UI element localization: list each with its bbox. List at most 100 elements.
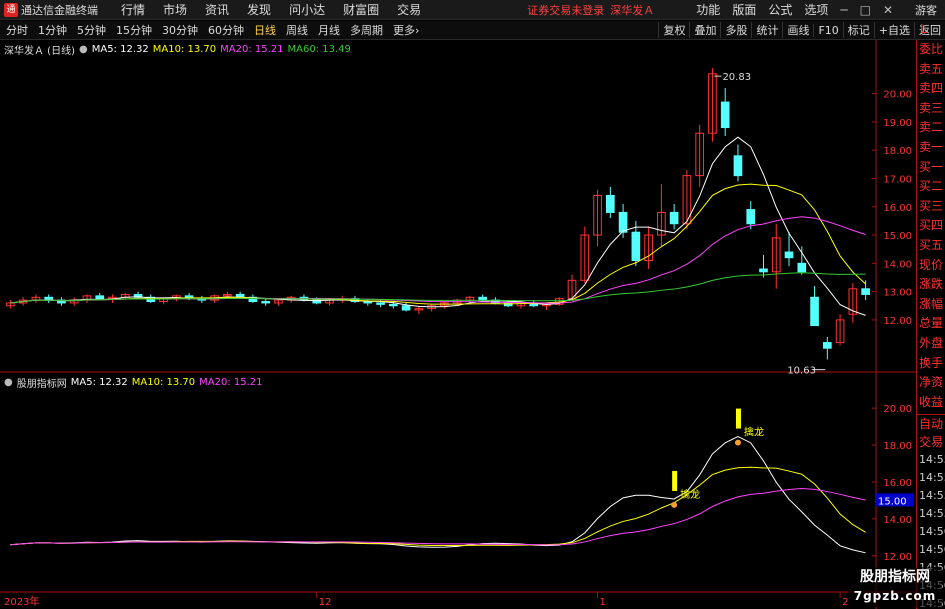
watermark-title: 股朋指标网 xyxy=(860,569,930,585)
signal-bar xyxy=(672,470,678,491)
period-monthly[interactable]: 月线 xyxy=(316,22,342,38)
x-tick-label: 1 xyxy=(600,597,606,608)
ma10-label: MA10: 13.70 xyxy=(152,44,217,55)
sidebar-field: 外盘 xyxy=(918,335,943,350)
sidebar-trade-item[interactable]: 交易 xyxy=(917,433,945,451)
ind-y-tick-label: 12.00 xyxy=(883,552,912,563)
guest-label[interactable]: 游客 xyxy=(915,2,937,18)
ind-ma20-label: MA20: 15.21 xyxy=(199,377,263,388)
settings-icon[interactable]: ● xyxy=(79,44,88,55)
trade-time: 14:55 xyxy=(919,489,945,503)
trade-time: 14:55 xyxy=(919,507,945,521)
sidebar-field: 买五 xyxy=(918,237,943,252)
low-price-label: 10.63 xyxy=(787,366,816,377)
ind-ma10-line xyxy=(10,466,866,546)
period-multi[interactable]: 多周期 xyxy=(348,22,385,38)
f10-button[interactable]: F10 xyxy=(813,23,842,37)
ma60-line xyxy=(10,272,866,304)
ind-ma5-label: MA5: 12.32 xyxy=(70,377,128,388)
trade-time: 14:55 xyxy=(919,453,945,467)
menu-quote[interactable]: 行情 xyxy=(121,1,145,18)
candle-body xyxy=(95,295,105,300)
trade-time: 14:56 xyxy=(919,525,945,539)
sidebar-field: 卖一 xyxy=(918,139,943,154)
candle-body xyxy=(759,268,768,273)
sidebar-field: 换手 xyxy=(918,355,943,370)
indicator-y-axis: 20.00 18.00 16.00 14.00 12.00 15.00 xyxy=(872,404,914,563)
period-more-label: 更多 xyxy=(393,24,415,37)
indicator-title: 股朋指标网 xyxy=(16,379,67,390)
signal-bar xyxy=(735,408,741,429)
statistics-button[interactable]: 统计 xyxy=(751,22,782,38)
trade-time: 14:55 xyxy=(919,471,945,485)
app-logo-icon: 通 xyxy=(4,2,18,17)
period-30min[interactable]: 30分钟 xyxy=(160,22,200,38)
main-y-axis: 20.00 19.00 18.00 17.00 16.00 15.00 14.00 13.00… xyxy=(872,90,912,327)
settings-icon[interactable]: ● xyxy=(4,377,13,388)
period-more[interactable]: 更多› xyxy=(391,22,421,38)
ma20-line xyxy=(10,216,866,304)
candle-body xyxy=(631,231,641,262)
sidebar-field: 卖二 xyxy=(918,120,943,135)
period-intraday[interactable]: 分时 xyxy=(4,22,30,38)
add-watchlist-button[interactable]: +自选 xyxy=(873,22,914,38)
sidebar-field: 收益 xyxy=(918,394,943,409)
x-tick-label: 12 xyxy=(319,597,332,608)
menu-ask[interactable]: 问小达 xyxy=(289,1,325,18)
candle-body xyxy=(810,296,819,327)
menu-market[interactable]: 市场 xyxy=(163,1,187,18)
sidebar-field: 涨跌 xyxy=(918,277,943,292)
draw-line-button[interactable]: 画线 xyxy=(782,22,813,38)
sidebar-tab-l[interactable]: L xyxy=(920,22,927,36)
candle-body xyxy=(376,302,385,305)
menu-wealth[interactable]: 财富圈 xyxy=(343,1,379,18)
period-5min[interactable]: 5分钟 xyxy=(75,22,108,38)
sidebar-trade-item[interactable]: 自动 xyxy=(917,415,945,433)
close-icon[interactable]: ✕ xyxy=(883,3,893,17)
sidebar-field: 卖三 xyxy=(918,100,943,115)
quote-field-list: 委比 卖五 卖四 卖三 卖二 卖一 买一 买二 买三 买四 买五 现价 涨跌 涨幅 总量 外盘 换手 净资 收益 xyxy=(917,40,945,412)
candle-body xyxy=(669,211,679,225)
ma20-label: MA20: 15.21 xyxy=(220,44,284,55)
sidebar-field: 现价 xyxy=(918,257,943,272)
y-tick-label: 16.00 xyxy=(883,203,912,214)
sidebar-field: 买二 xyxy=(918,179,943,194)
multi-stock-button[interactable]: 多股 xyxy=(720,22,751,38)
x-tick-label: 2023年 xyxy=(4,595,39,608)
chevron-right-icon: › xyxy=(415,24,420,37)
minimize-icon[interactable]: ─ xyxy=(840,3,847,17)
menu-options[interactable]: 选项 xyxy=(804,1,828,18)
menu-layout[interactable]: 版面 xyxy=(732,1,756,18)
candle-body xyxy=(478,296,488,301)
back-button[interactable]: 返回 xyxy=(914,22,945,38)
y-tick-label: 19.00 xyxy=(883,118,912,129)
menu-discover[interactable]: 发现 xyxy=(247,1,271,18)
maximize-icon[interactable]: □ xyxy=(860,3,871,17)
period-60min[interactable]: 60分钟 xyxy=(206,22,246,38)
ind-ma5-line xyxy=(10,436,866,554)
menu-trade[interactable]: 交易 xyxy=(397,1,421,18)
main-candles xyxy=(6,68,870,360)
ma60-label: MA60: 13.49 xyxy=(287,44,351,55)
menu-news[interactable]: 资讯 xyxy=(205,1,229,18)
candle-body xyxy=(388,303,398,307)
signal-hand-icon xyxy=(734,439,741,446)
mark-button[interactable]: 标记 xyxy=(842,22,874,38)
menu-formula[interactable]: 公式 xyxy=(768,1,792,18)
ind-y-tick-label: 20.00 xyxy=(883,404,912,415)
menu-function[interactable]: 功能 xyxy=(696,1,720,18)
period-weekly[interactable]: 周线 xyxy=(284,22,310,38)
login-status[interactable]: 证券交易未登录 xyxy=(527,2,604,18)
restore-rights-button[interactable]: 复权 xyxy=(658,22,689,38)
period-daily[interactable]: 日线 xyxy=(252,22,278,38)
overlay-button[interactable]: 叠加 xyxy=(689,22,720,38)
period-1min[interactable]: 1分钟 xyxy=(36,22,69,38)
signal-label: 擒龙 xyxy=(680,488,700,501)
candle-body xyxy=(861,288,870,295)
y-tick-label: 14.00 xyxy=(883,259,912,270)
ind-y-tick-label: 14.00 xyxy=(883,515,912,526)
period-15min[interactable]: 15分钟 xyxy=(114,22,154,38)
chart-area[interactable]: 20.00 19.00 18.00 17.00 16.00 15.00 14.00 13.00… xyxy=(0,40,916,609)
watermark-url: 7gpzb.com xyxy=(853,589,937,603)
candle-body xyxy=(797,262,807,273)
